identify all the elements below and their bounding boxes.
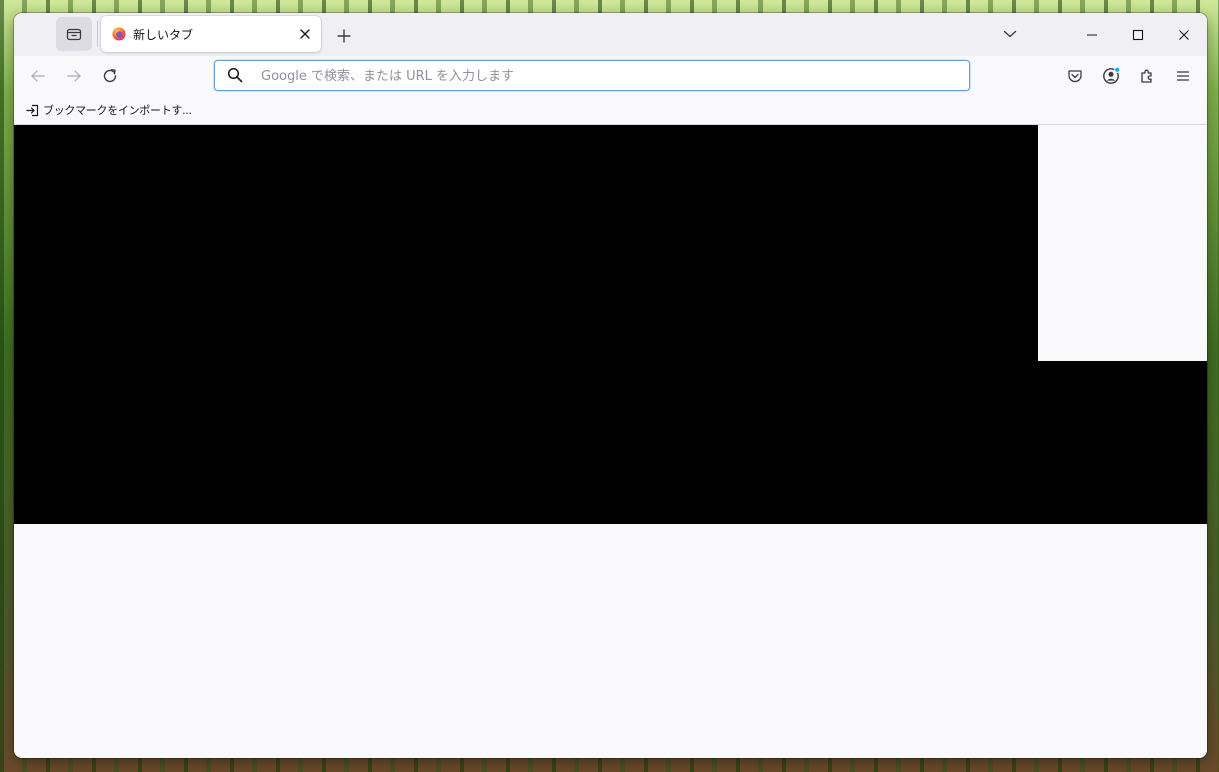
import-icon [26, 104, 39, 117]
close-icon[interactable] [297, 26, 313, 42]
page-content [14, 125, 1207, 758]
account-button[interactable] [1097, 62, 1125, 90]
menu-button[interactable] [1169, 62, 1197, 90]
reload-icon [102, 68, 118, 84]
tab-new-tab[interactable]: 新しいタブ [101, 16, 321, 52]
maximize-icon [1132, 29, 1144, 41]
url-bar[interactable] [214, 60, 970, 91]
import-bookmarks-label: ブックマークをインポートす... [43, 104, 192, 117]
extensions-button[interactable] [1133, 62, 1161, 90]
pocket-button[interactable] [1061, 62, 1089, 90]
bookmarks-toolbar: ブックマークをインポートす... [14, 96, 1207, 125]
puzzle-icon [1139, 68, 1155, 84]
close-window-icon [1178, 29, 1190, 41]
minimize-button[interactable] [1069, 13, 1115, 56]
browser-window: 新しいタブ Google で検索、または URL を入力します ブックマークをイ… [14, 13, 1207, 758]
forward-button[interactable] [60, 62, 88, 90]
minimize-icon [1086, 29, 1098, 41]
import-bookmarks-button[interactable]: ブックマークをインポートす... [26, 101, 192, 119]
chevron-down-icon[interactable] [998, 24, 1022, 44]
content-block [14, 125, 1038, 524]
account-icon [1102, 67, 1120, 85]
search-icon [227, 67, 243, 83]
close-window-button[interactable] [1161, 13, 1207, 56]
back-button[interactable] [24, 62, 52, 90]
forward-arrow-icon [66, 68, 82, 84]
firefox-icon [112, 27, 126, 41]
maximize-button[interactable] [1115, 13, 1161, 56]
firefox-view-button[interactable] [56, 17, 92, 51]
tab-separator [97, 21, 98, 47]
reload-button[interactable] [96, 62, 124, 90]
url-input[interactable] [259, 64, 953, 88]
tab-bar: 新しいタブ [14, 13, 1207, 56]
tab-list-icon [66, 26, 82, 42]
nav-toolbar [14, 56, 1207, 96]
hamburger-menu-icon [1176, 69, 1190, 83]
tab-title: 新しいタブ [133, 28, 194, 42]
plus-icon[interactable] [332, 24, 356, 48]
back-arrow-icon [30, 68, 46, 84]
content-block [1038, 361, 1207, 524]
pocket-icon [1067, 68, 1083, 84]
